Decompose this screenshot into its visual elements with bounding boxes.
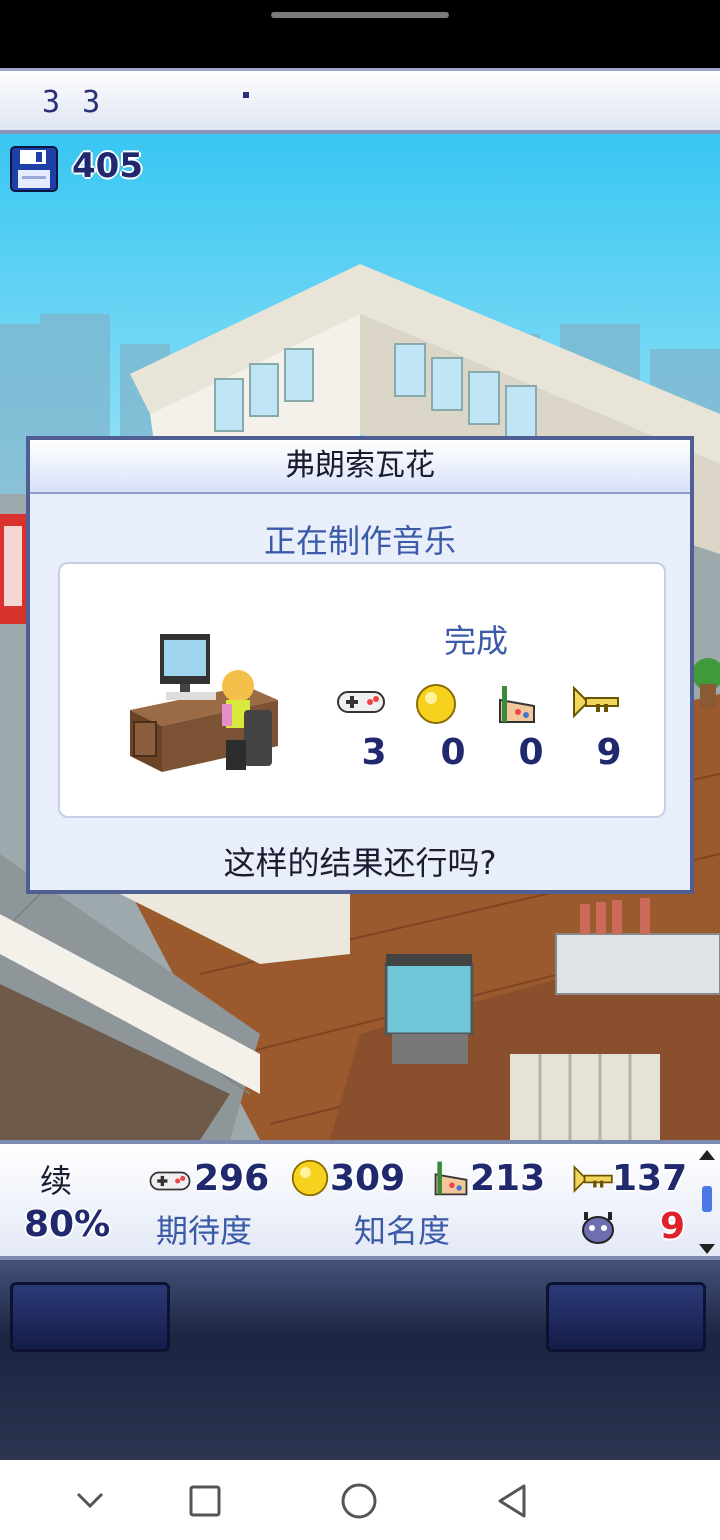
left-menu-button[interactable]	[10, 1282, 170, 1352]
gamepad-icon	[149, 1171, 191, 1191]
bug-count: 9	[660, 1206, 686, 1247]
save-count: 405	[72, 146, 143, 186]
scrollbar[interactable]	[698, 1150, 716, 1254]
developer-at-desk-icon	[130, 634, 278, 772]
continue-percent: 80%	[24, 1204, 111, 1245]
coin-icon	[416, 684, 456, 724]
dialog-question: 这样的结果还行吗?	[223, 844, 497, 882]
stat-fun-value: 3	[361, 732, 387, 773]
recent-apps-icon[interactable]	[188, 1484, 222, 1518]
total-fun-value: 296	[194, 1158, 270, 1199]
result-dialog[interactable]: 弗朗索瓦花 正在制作音乐 完成 3 0 0 9 这样的结果还行吗?	[26, 436, 694, 894]
date-bar: 3 3	[0, 68, 720, 134]
project-stats-bar[interactable]: 续 80% 296 309 213 137 期待度 知名度 9	[0, 1140, 720, 1260]
notch	[271, 12, 449, 18]
date-dot	[243, 92, 249, 98]
trumpet-icon	[573, 1165, 613, 1193]
dialog-title: 弗朗索瓦花	[30, 440, 690, 494]
home-icon[interactable]	[340, 1482, 378, 1520]
system-nav-bar	[0, 1460, 720, 1540]
chevron-down-icon[interactable]	[74, 1486, 106, 1514]
right-menu-button[interactable]	[546, 1282, 706, 1352]
total-creativity-value: 309	[330, 1158, 406, 1199]
total-graphics-value: 213	[470, 1158, 546, 1199]
stat-sound-value: 9	[596, 732, 622, 773]
paint-palette-icon	[499, 686, 535, 723]
gamepad-icon	[337, 691, 385, 713]
back-icon[interactable]	[494, 1482, 530, 1520]
total-sound-value: 137	[612, 1158, 688, 1199]
paint-palette-icon	[434, 1161, 468, 1196]
result-label: 完成	[444, 622, 509, 660]
status-bar	[0, 0, 720, 68]
fame-label: 知名度	[354, 1212, 451, 1250]
stat-graphics-value: 0	[518, 732, 544, 773]
date-text: 3 3	[42, 85, 103, 120]
trumpet-icon	[573, 685, 619, 719]
expectation-label: 期待度	[156, 1212, 253, 1250]
bug-icon	[582, 1212, 614, 1244]
continue-label: 续	[40, 1162, 73, 1200]
save-floppy-icon[interactable]	[10, 146, 58, 196]
dialog-subtitle: 正在制作音乐	[263, 522, 456, 560]
stat-creativity-value: 0	[440, 732, 466, 773]
control-panel	[0, 1260, 720, 1460]
coin-icon	[291, 1159, 329, 1197]
